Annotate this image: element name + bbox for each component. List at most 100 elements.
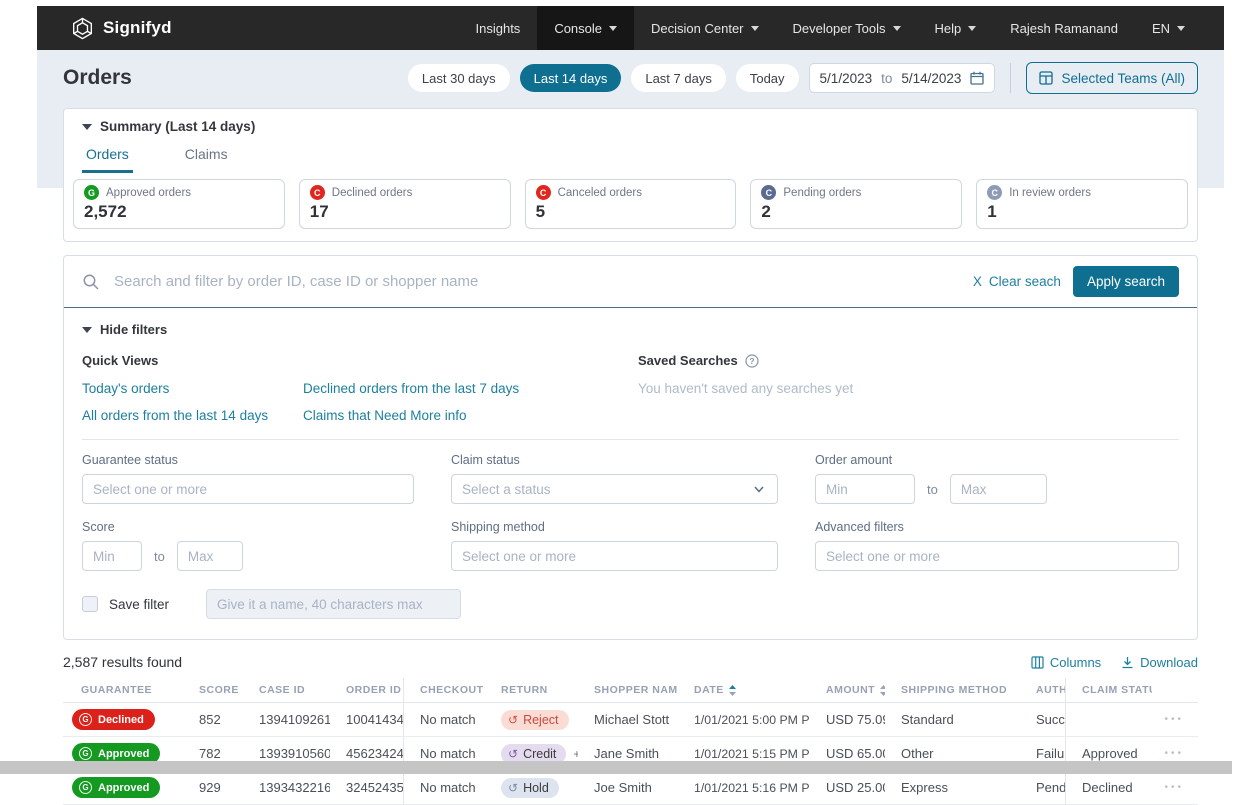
columns-label: Columns bbox=[1050, 655, 1101, 670]
tab-claims[interactable]: Claims bbox=[181, 140, 232, 173]
guarantee-label: Declined bbox=[98, 714, 144, 726]
return-label: Hold bbox=[523, 781, 549, 795]
row-actions-cell: ••• bbox=[1152, 703, 1196, 736]
selected-teams-button[interactable]: Selected Teams (All) bbox=[1026, 62, 1198, 94]
col-header-auth-status[interactable]: AUTH S bbox=[1020, 678, 1066, 702]
quick-view-all-orders-last-14-days[interactable]: All orders from the last 14 days bbox=[82, 408, 303, 423]
table-row[interactable]: G Approved 929 1393432216 32452435 No ma… bbox=[63, 771, 1198, 805]
col-header-date[interactable]: DATE bbox=[678, 678, 810, 702]
download-button[interactable]: Download bbox=[1121, 655, 1198, 670]
table-row[interactable]: G Declined 852 1394109261 100414341 No m… bbox=[63, 703, 1198, 737]
orders-header-row: Orders Last 30 days Last 14 days Last 7 … bbox=[63, 64, 1198, 92]
summary-cards: G Approved orders 2,572 C Declined order… bbox=[64, 173, 1197, 241]
col-header-case-id[interactable]: CASE ID bbox=[243, 678, 330, 702]
range-pill-last-14-days[interactable]: Last 14 days bbox=[520, 64, 622, 92]
horizontal-scrollbar[interactable] bbox=[0, 761, 1232, 774]
stat-card-label: In review orders bbox=[1009, 187, 1091, 199]
return-label: Reject bbox=[523, 713, 558, 727]
search-input[interactable] bbox=[112, 272, 961, 291]
range-pill-today[interactable]: Today bbox=[736, 64, 799, 92]
col-header-guarantee[interactable]: GUARANTEE bbox=[63, 678, 183, 702]
stat-card-value: 5 bbox=[536, 202, 726, 221]
nav-item-decision-center[interactable]: Decision Center bbox=[634, 6, 776, 50]
checkout-cell: No match bbox=[404, 771, 485, 804]
stat-card-value: 1 bbox=[987, 202, 1177, 221]
nav-item-user[interactable]: Rajesh Ramanand bbox=[993, 6, 1135, 50]
claim-status-cell bbox=[1066, 703, 1152, 736]
filter-label: Shipping method bbox=[451, 520, 778, 534]
date-range-picker[interactable]: 5/1/2023 to 5/14/2023 bbox=[809, 63, 996, 93]
range-pill-last-7-days[interactable]: Last 7 days bbox=[631, 64, 726, 92]
col-header-score[interactable]: SCORE bbox=[183, 678, 243, 702]
order-amount-max-input[interactable] bbox=[950, 474, 1047, 504]
score-max-input[interactable] bbox=[177, 541, 243, 571]
col-header-checkout[interactable]: CHECKOUT bbox=[404, 678, 485, 702]
return-arrow-icon: ↺ bbox=[508, 714, 518, 726]
col-header-claim-status[interactable]: CLAIM STATUS bbox=[1066, 678, 1152, 702]
caret-down-icon bbox=[893, 26, 901, 31]
score-cell: 929 bbox=[183, 771, 243, 804]
order-id-cell: 100414341 bbox=[330, 703, 404, 736]
amount-cell: USD 75.09 bbox=[810, 703, 885, 736]
stat-card-canceled-orders[interactable]: C Canceled orders 5 bbox=[525, 179, 737, 229]
saved-searches-block: Saved Searches ? You haven't saved any s… bbox=[638, 353, 1179, 423]
stat-card-declined-orders[interactable]: C Declined orders 17 bbox=[299, 179, 511, 229]
summary-collapse-toggle[interactable]: Summary (Last 14 days) bbox=[64, 119, 1197, 134]
range-pill-last-30-days[interactable]: Last 30 days bbox=[408, 64, 510, 92]
nav-item-developer-tools[interactable]: Developer Tools bbox=[776, 6, 918, 50]
row-actions-cell: ••• bbox=[1152, 771, 1196, 804]
quick-view-declined-last-7-days[interactable]: Declined orders from the last 7 days bbox=[303, 381, 638, 396]
stat-card-in-review-orders[interactable]: C In review orders 1 bbox=[976, 179, 1188, 229]
save-filter-row: Save filter bbox=[82, 589, 1179, 619]
help-question-icon[interactable]: ? bbox=[745, 354, 759, 368]
order-amount-min-input[interactable] bbox=[815, 474, 915, 504]
stat-card-approved-orders[interactable]: G Approved orders 2,572 bbox=[73, 179, 285, 229]
signifyd-logo[interactable]: Signifyd bbox=[71, 17, 172, 40]
col-header-order-id[interactable]: ORDER ID bbox=[330, 678, 404, 702]
return-arrow-icon: ↺ bbox=[508, 782, 518, 794]
save-filter-name-input[interactable] bbox=[206, 589, 461, 619]
quick-view-todays-orders[interactable]: Today's orders bbox=[82, 381, 303, 396]
shipping-method-input[interactable] bbox=[451, 541, 778, 571]
auth-status-cell: Pending bbox=[1020, 771, 1066, 804]
page-title: Orders bbox=[63, 66, 132, 90]
return-status-pill: ↺ Reject bbox=[501, 710, 569, 730]
row-menu-icon[interactable]: ••• bbox=[1164, 714, 1184, 725]
nav-item-console[interactable]: Console bbox=[537, 6, 634, 50]
col-header-amount[interactable]: AMOUNT bbox=[810, 678, 885, 702]
app-window: Signifyd Insights Console Decision Cente… bbox=[37, 0, 1224, 805]
claim-status-select[interactable] bbox=[451, 474, 778, 504]
save-filter-checkbox[interactable] bbox=[82, 596, 98, 612]
date-from-value[interactable]: 5/1/2023 bbox=[820, 71, 873, 86]
shipping-method-cell: Standard bbox=[885, 703, 1020, 736]
quick-views-saved-searches: Quick Views Today's orders Declined orde… bbox=[82, 353, 1179, 423]
guarantee-status-input[interactable] bbox=[82, 474, 414, 504]
nav-item-insights[interactable]: Insights bbox=[459, 6, 538, 50]
stat-card-value: 2 bbox=[761, 202, 951, 221]
score-cell: 852 bbox=[183, 703, 243, 736]
hide-filters-toggle[interactable]: Hide filters bbox=[82, 322, 1179, 337]
guarantee-status-pill: G Declined bbox=[72, 709, 155, 730]
clear-search-button[interactable]: X Clear seach bbox=[973, 274, 1061, 289]
col-header-shipping-method[interactable]: SHIPPING METHOD bbox=[885, 678, 1020, 702]
score-min-input[interactable] bbox=[82, 541, 142, 571]
date-to-value[interactable]: 5/14/2023 bbox=[901, 71, 961, 86]
col-header-return[interactable]: RETURN bbox=[485, 678, 578, 702]
columns-button[interactable]: Columns bbox=[1031, 655, 1101, 670]
advanced-filters-input[interactable] bbox=[815, 541, 1179, 571]
stat-card-pending-orders[interactable]: C Pending orders 2 bbox=[750, 179, 962, 229]
tab-orders[interactable]: Orders bbox=[82, 140, 133, 173]
nav-item-language[interactable]: EN bbox=[1135, 6, 1202, 50]
quick-view-claims-need-more-info[interactable]: Claims that Need More info bbox=[303, 408, 638, 423]
nav-item-help[interactable]: Help bbox=[918, 6, 994, 50]
saved-searches-empty-text: You haven't saved any searches yet bbox=[638, 381, 1179, 396]
guarantee-status-icon: C bbox=[310, 185, 325, 200]
sort-icon[interactable] bbox=[729, 685, 736, 696]
guarantee-status-pill: G Approved bbox=[72, 777, 160, 798]
saved-searches-title-row: Saved Searches ? bbox=[638, 353, 1179, 368]
col-header-shopper-name[interactable]: SHOPPER NAME bbox=[578, 678, 678, 702]
filter-claim-status: Claim status bbox=[451, 453, 778, 504]
row-menu-icon[interactable]: ••• bbox=[1164, 748, 1184, 759]
apply-search-button[interactable]: Apply search bbox=[1073, 266, 1179, 297]
row-menu-icon[interactable]: ••• bbox=[1164, 782, 1184, 793]
